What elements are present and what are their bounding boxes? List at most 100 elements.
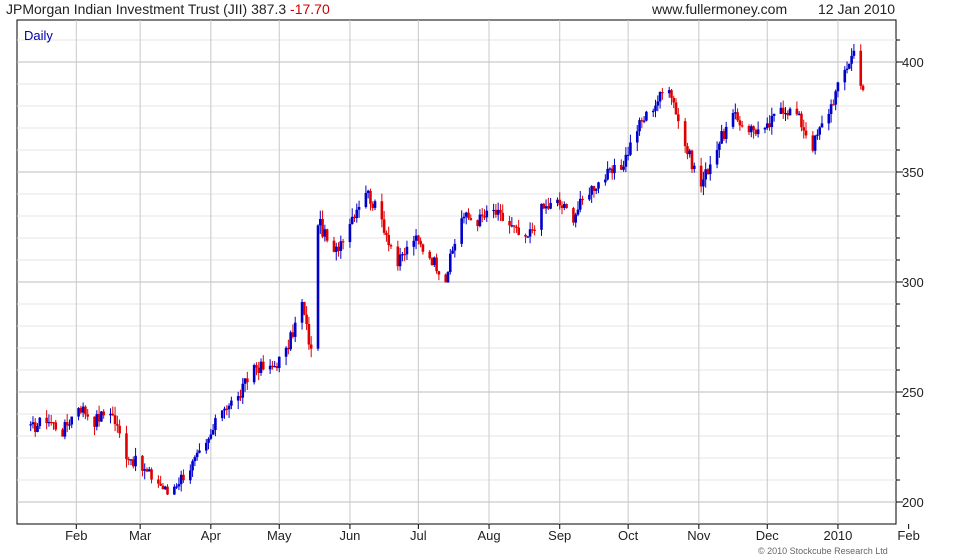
- bar-body: [318, 218, 322, 226]
- bar-body: [49, 422, 53, 424]
- bar-body: [740, 125, 744, 127]
- bar-body: [818, 127, 821, 135]
- bar-body: [640, 120, 644, 122]
- x-tick-label: 2010: [823, 528, 852, 543]
- bar-body: [334, 246, 338, 252]
- down-bar: [444, 273, 448, 283]
- bar-body: [661, 92, 664, 94]
- bar-body: [606, 168, 609, 180]
- bar-body: [638, 120, 641, 132]
- x-tick-label: Oct: [618, 528, 639, 543]
- bar-body: [540, 203, 543, 230]
- bar-body: [389, 245, 393, 247]
- bar-body: [209, 434, 213, 439]
- bar-body: [61, 429, 64, 437]
- bar-body: [501, 212, 505, 221]
- bar-body: [795, 108, 799, 115]
- bar-body: [38, 417, 42, 427]
- bar-body: [526, 236, 530, 238]
- bar-body: [111, 413, 115, 416]
- down-bar: [303, 301, 306, 316]
- bar-body: [610, 168, 614, 174]
- bar-body: [355, 209, 359, 219]
- bar-body: [510, 225, 514, 227]
- bar-body: [451, 250, 454, 254]
- bar-body: [182, 474, 185, 481]
- bar-body: [225, 408, 229, 410]
- bar-body: [843, 70, 847, 83]
- bar-body: [756, 129, 760, 135]
- bar-body: [749, 126, 753, 133]
- bar-body: [150, 469, 153, 480]
- bar-body: [275, 366, 279, 369]
- up-bar: [848, 63, 851, 70]
- bar-body: [396, 246, 400, 267]
- bar-body: [63, 422, 67, 437]
- bar-body: [752, 126, 755, 131]
- bar-body: [811, 135, 815, 151]
- bar-body: [113, 415, 117, 425]
- bar-body: [357, 207, 361, 210]
- bar-body: [141, 455, 144, 471]
- x-tick-label: Feb: [897, 528, 919, 543]
- plot-frame: [16, 19, 897, 525]
- bar-body: [483, 216, 486, 218]
- bar-body: [772, 113, 776, 116]
- bar-body: [651, 110, 655, 113]
- bar-body: [508, 220, 511, 226]
- bar-body: [303, 302, 306, 315]
- bar-body: [52, 422, 55, 424]
- bar-body: [642, 120, 646, 122]
- bar-body: [834, 91, 837, 105]
- bar-body: [134, 455, 137, 467]
- bar-body: [236, 396, 240, 401]
- bar-body: [734, 112, 737, 114]
- bar-body: [754, 130, 758, 135]
- bar-body: [173, 486, 176, 495]
- bar-body: [845, 68, 849, 71]
- bar-body: [524, 234, 527, 237]
- bar-body: [556, 199, 559, 203]
- bar-body: [321, 218, 324, 237]
- up-bar: [316, 224, 320, 351]
- bar-body: [337, 246, 340, 251]
- bar-body: [718, 143, 721, 150]
- x-tick-label: Jul: [410, 528, 427, 543]
- bar-body: [189, 470, 192, 481]
- bar-body: [531, 229, 534, 231]
- bar-body: [323, 229, 327, 237]
- bar-body: [65, 422, 69, 426]
- bar-body: [412, 240, 416, 247]
- bar-body: [859, 50, 863, 86]
- bar-body: [81, 406, 85, 413]
- down-bar: [430, 257, 434, 266]
- bar-body: [421, 244, 425, 252]
- grid-layer: [16, 19, 897, 525]
- bar-body: [850, 55, 853, 64]
- bar-body: [214, 418, 217, 430]
- down-bar: [859, 44, 863, 90]
- bar-body: [364, 192, 368, 208]
- bar-body: [366, 190, 370, 193]
- bar-body: [448, 253, 452, 273]
- bar-body: [147, 469, 151, 472]
- x-tick-label: Jun: [339, 528, 360, 543]
- bar-body: [401, 254, 404, 256]
- bar-body: [220, 410, 224, 419]
- bar-body: [223, 408, 226, 411]
- bar-body: [592, 186, 596, 191]
- bar-body: [414, 235, 418, 241]
- bar-body: [95, 414, 99, 427]
- bar-body: [763, 127, 767, 130]
- bar-body: [494, 209, 498, 215]
- bar-body: [255, 365, 258, 368]
- x-tick-label: Aug: [477, 528, 500, 543]
- bar-body: [129, 459, 133, 461]
- bar-body: [437, 271, 441, 275]
- bar-body: [836, 82, 840, 92]
- bar-body: [852, 50, 856, 56]
- bar-body: [804, 130, 808, 136]
- bar-body: [670, 90, 673, 98]
- bar-body: [125, 433, 128, 460]
- bar-body: [332, 240, 336, 252]
